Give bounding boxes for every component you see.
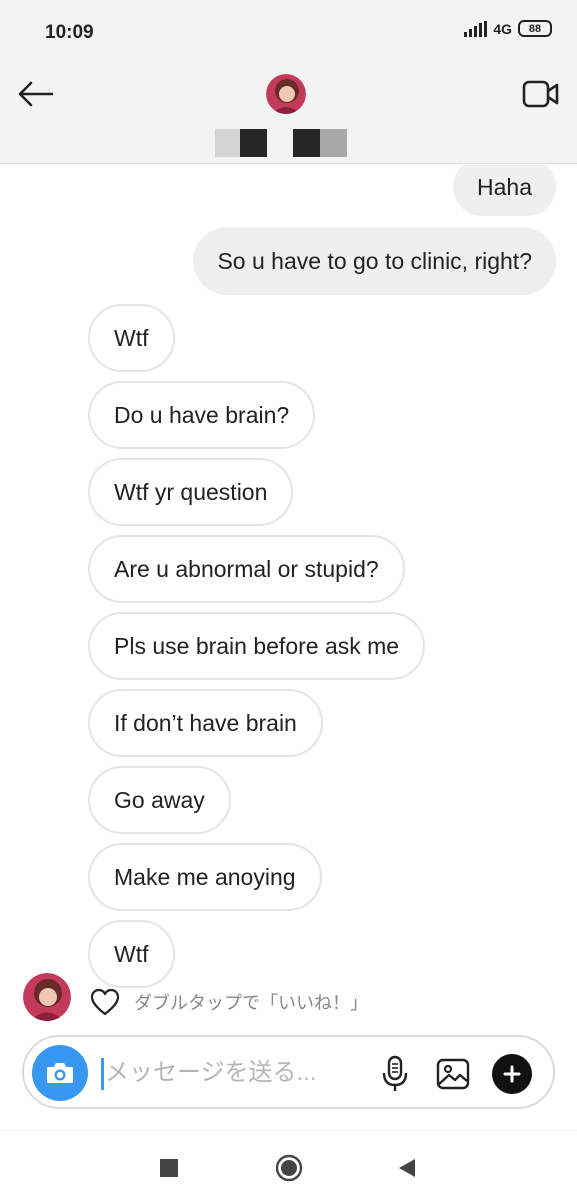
avatar[interactable] [266,74,306,114]
status-bar: 10:09 4G 88 [0,0,577,62]
status-indicators: 4G 88 [464,20,552,37]
microphone-icon [382,1055,408,1091]
home-circle-icon [275,1154,303,1182]
camera-icon [47,1063,73,1083]
chat-header [0,62,577,164]
battery-icon: 88 [518,20,552,37]
triangle-back-icon [399,1159,415,1177]
more-options-button[interactable] [492,1054,532,1094]
video-call-button[interactable] [519,76,563,112]
message-bubble-incoming[interactable]: Pls use brain before ask me [88,612,426,680]
back-nav-button[interactable] [392,1153,422,1183]
like-hint-text: ダブルタップで「いいね！」 [134,993,368,1013]
video-call-icon [522,80,559,108]
status-time: 10:09 [45,22,94,43]
camera-button[interactable] [32,1045,88,1101]
sender-avatar[interactable] [23,973,71,1021]
message-bubble-incoming[interactable]: Go away [88,766,231,834]
message-thread[interactable]: Haha So u have to go to clinic, right? W… [0,165,577,1025]
recent-apps-button[interactable] [154,1153,184,1183]
network-type: 4G [493,20,512,37]
message-bubble-incoming[interactable]: If don’t have brain [88,689,323,757]
message-bubble-incoming[interactable]: Wtf yr question [88,458,294,526]
message-bubble-outgoing[interactable]: So u have to go to clinic, right? [193,227,556,295]
back-arrow-icon [18,81,54,107]
message-bubble-incoming[interactable]: Are u abnormal or stupid? [88,535,405,603]
message-bubble-incoming[interactable]: Do u have brain? [88,381,316,449]
gallery-icon [436,1058,470,1090]
message-composer [22,1035,555,1109]
signal-icon [464,20,488,37]
text-caret [101,1058,104,1090]
system-nav-bar [0,1130,577,1200]
message-bubble-outgoing[interactable]: Haha [453,165,556,216]
plus-icon [503,1065,521,1083]
gallery-button[interactable] [433,1054,473,1094]
like-hint-row: ダブルタップで「いいね！」 [90,988,368,1016]
message-bubble-incoming[interactable]: Wtf [88,304,175,372]
heart-icon[interactable] [90,988,120,1016]
microphone-button[interactable] [376,1054,414,1094]
message-input[interactable] [105,1053,375,1093]
message-bubble-incoming[interactable]: Make me anoying [88,843,322,911]
battery-level: 88 [528,22,542,35]
back-button[interactable] [14,76,58,112]
message-bubble-incoming[interactable]: Wtf [88,920,175,988]
square-icon [160,1159,178,1177]
home-button[interactable] [274,1153,304,1183]
